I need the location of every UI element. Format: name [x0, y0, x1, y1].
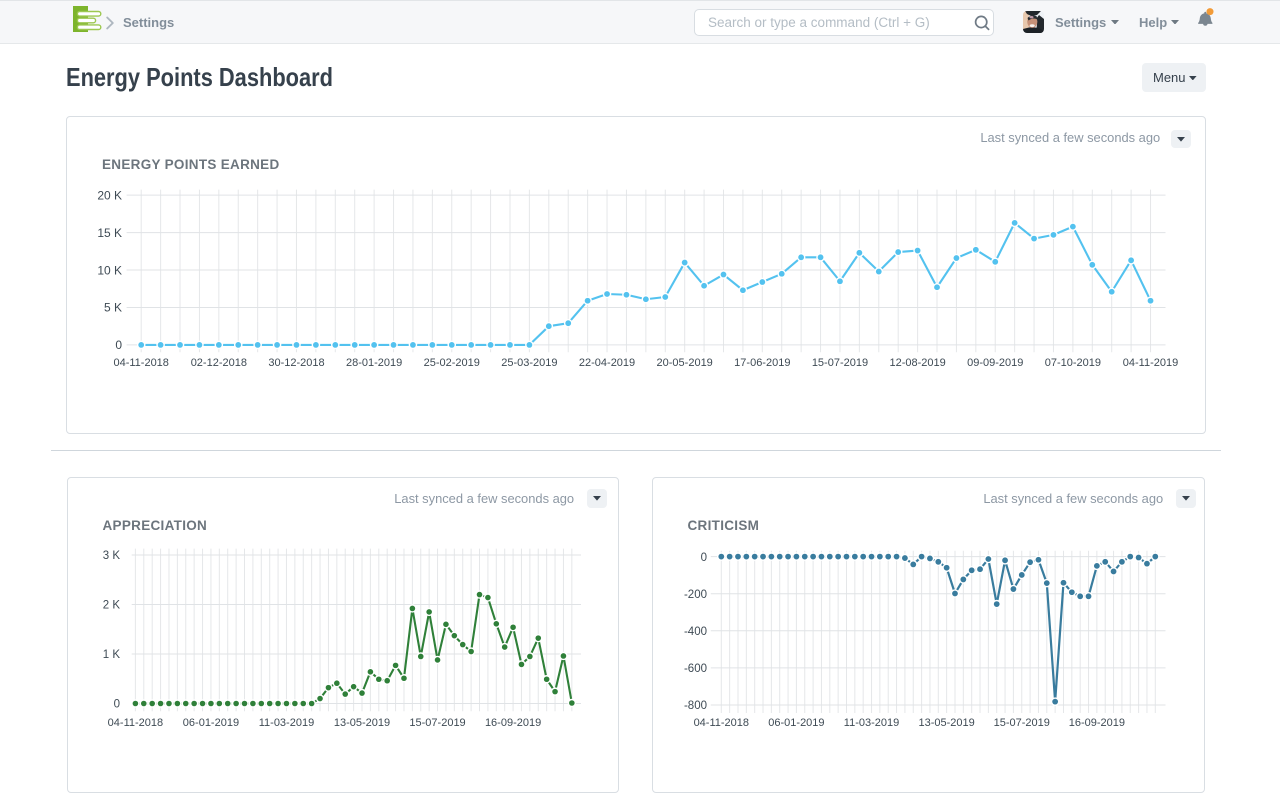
- svg-text:11-03-2019: 11-03-2019: [259, 717, 314, 729]
- svg-text:30-12-2018: 30-12-2018: [268, 357, 324, 369]
- svg-text:2 K: 2 K: [103, 600, 121, 612]
- svg-text:5 K: 5 K: [104, 301, 122, 315]
- svg-text:12-08-2019: 12-08-2019: [889, 357, 945, 369]
- svg-text:11-03-2019: 11-03-2019: [844, 717, 899, 729]
- svg-text:-200: -200: [684, 589, 707, 601]
- svg-text:10 K: 10 K: [97, 263, 122, 277]
- svg-text:22-04-2019: 22-04-2019: [579, 357, 635, 369]
- svg-text:25-03-2019: 25-03-2019: [501, 357, 557, 369]
- svg-text:15-07-2019: 15-07-2019: [409, 717, 465, 729]
- svg-text:28-01-2019: 28-01-2019: [346, 357, 402, 369]
- svg-text:04-11-2018: 04-11-2018: [108, 717, 163, 729]
- svg-text:04-11-2018: 04-11-2018: [113, 357, 168, 369]
- svg-text:0: 0: [114, 699, 120, 711]
- svg-text:15-07-2019: 15-07-2019: [994, 717, 1050, 729]
- svg-text:20-05-2019: 20-05-2019: [657, 357, 713, 369]
- svg-text:-800: -800: [684, 700, 707, 712]
- svg-text:16-09-2019: 16-09-2019: [485, 717, 541, 729]
- svg-text:1 K: 1 K: [103, 649, 121, 661]
- svg-text:0: 0: [115, 338, 122, 352]
- svg-text:13-05-2019: 13-05-2019: [334, 717, 390, 729]
- svg-text:02-12-2018: 02-12-2018: [191, 357, 247, 369]
- svg-text:04-11-2019: 04-11-2019: [1123, 357, 1178, 369]
- svg-text:-600: -600: [684, 663, 707, 675]
- svg-text:-400: -400: [684, 626, 707, 638]
- svg-text:15-07-2019: 15-07-2019: [812, 357, 868, 369]
- svg-text:15 K: 15 K: [97, 226, 122, 240]
- svg-text:0: 0: [701, 552, 707, 564]
- svg-text:13-05-2019: 13-05-2019: [918, 717, 974, 729]
- svg-text:06-01-2019: 06-01-2019: [768, 717, 824, 729]
- svg-text:16-09-2019: 16-09-2019: [1069, 717, 1125, 729]
- svg-text:04-11-2018: 04-11-2018: [694, 717, 749, 729]
- svg-text:09-09-2019: 09-09-2019: [967, 357, 1023, 369]
- svg-text:20 K: 20 K: [97, 188, 122, 202]
- svg-text:3 K: 3 K: [103, 550, 121, 562]
- svg-text:17-06-2019: 17-06-2019: [734, 357, 790, 369]
- svg-text:07-10-2019: 07-10-2019: [1045, 357, 1101, 369]
- svg-text:06-01-2019: 06-01-2019: [183, 717, 239, 729]
- svg-text:25-02-2019: 25-02-2019: [424, 357, 480, 369]
